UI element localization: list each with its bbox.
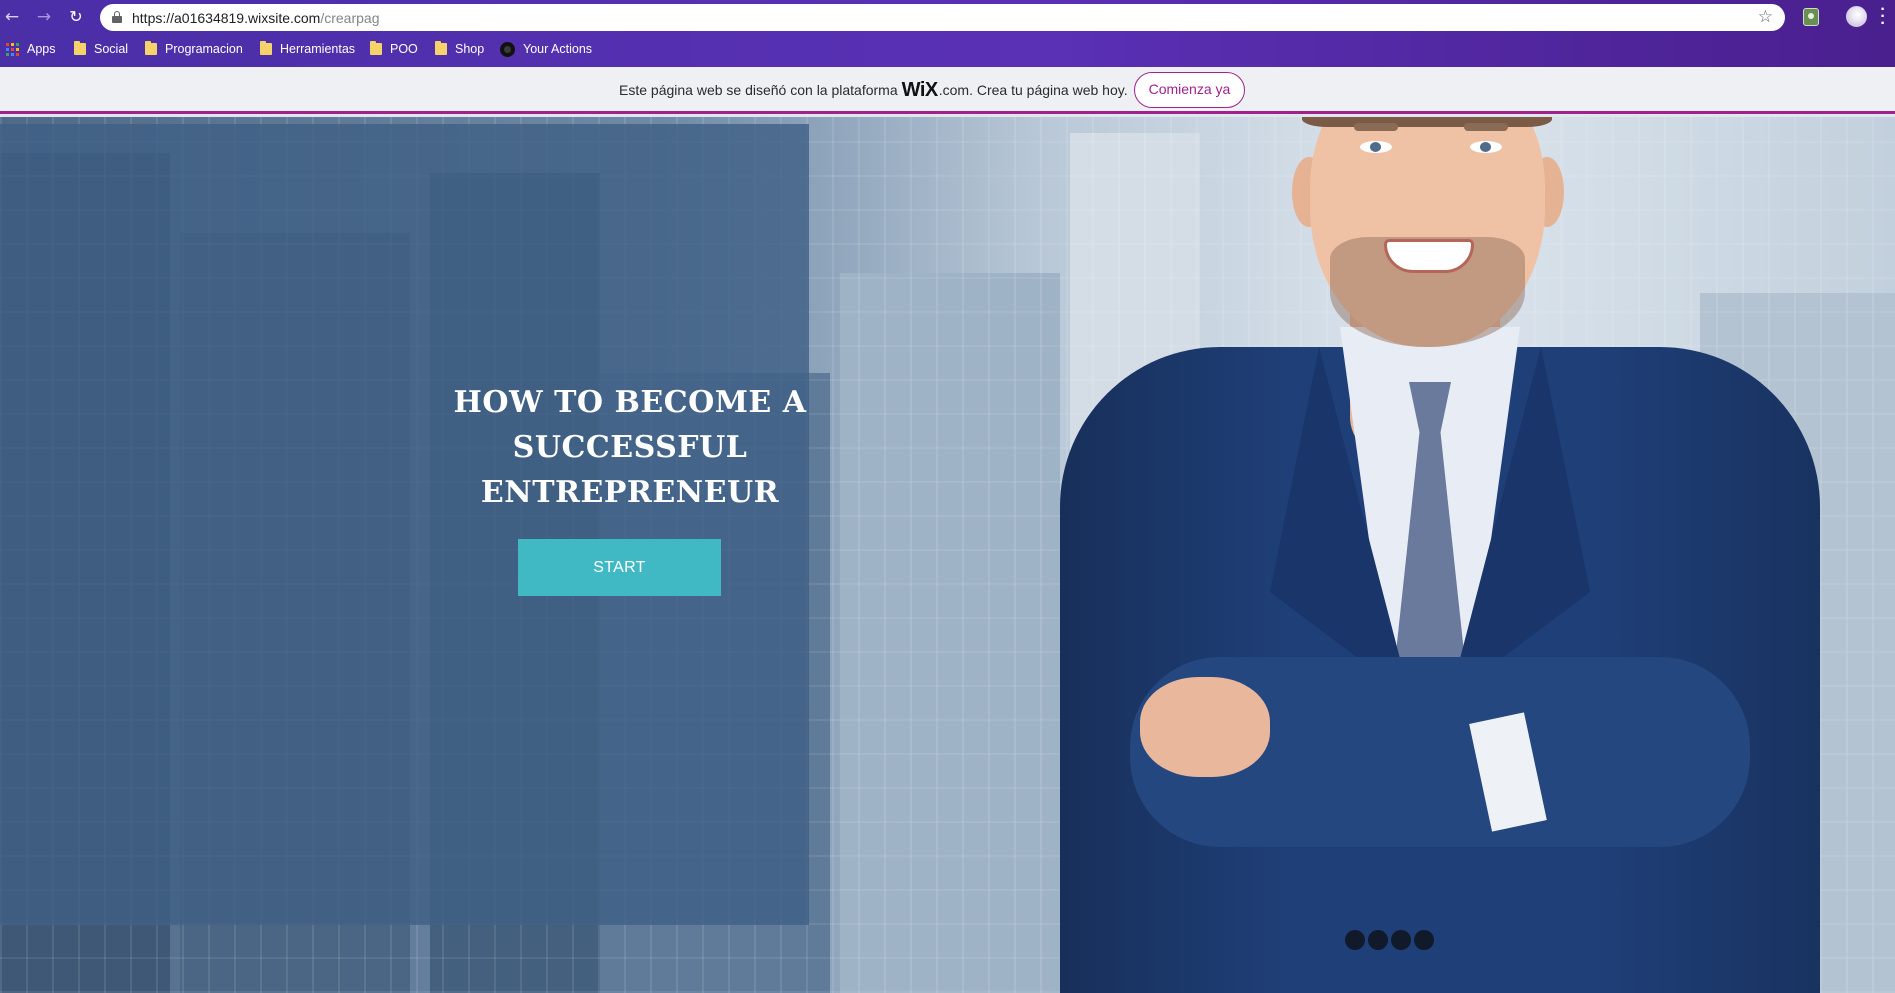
folder-icon — [145, 41, 157, 55]
bookmark-star-icon[interactable]: ☆ — [1758, 7, 1773, 27]
arrow-right-icon: → — [36, 7, 52, 27]
reload-button[interactable]: ↻ — [66, 7, 86, 27]
businessman-photo — [1040, 117, 1840, 993]
bookmark-apps[interactable]: Apps — [6, 38, 56, 60]
hero-section: HOW TO BECOME A SUCCESSFUL ENTREPRENEUR … — [0, 117, 1895, 993]
banner-content: Este página web se diseñó con la platafo… — [619, 72, 1246, 108]
bookmarks-bar: Apps Social Programacion Herramientas PO… — [0, 38, 1895, 60]
bookmark-poo[interactable]: POO — [370, 38, 418, 60]
folder-icon — [435, 41, 447, 55]
bookmark-your-actions[interactable]: Your Actions — [500, 38, 592, 60]
folder-icon — [74, 41, 86, 55]
arrow-left-icon: ← — [4, 7, 20, 27]
address-bar[interactable]: https://a01634819.wixsite.com/crearpag ☆ — [100, 4, 1785, 31]
banner-text-before: Este página web se diseñó con la platafo… — [619, 82, 898, 98]
start-button[interactable]: START — [518, 539, 721, 596]
bookmark-label: Shop — [455, 42, 485, 56]
banner-text-after: .com. Crea tu página web hoy. — [938, 82, 1128, 98]
bookmark-label: Herramientas — [280, 42, 356, 56]
browser-menu-icon[interactable]: · · · — [1880, 2, 1886, 32]
folder-icon — [260, 41, 272, 55]
eyebrow-left — [1354, 123, 1398, 131]
url-path: /crearpag — [320, 10, 380, 26]
profile-avatar[interactable] — [1846, 6, 1867, 27]
bookmark-shop[interactable]: Shop — [435, 38, 484, 60]
hero-headline: HOW TO BECOME A SUCCESSFUL ENTREPRENEUR — [453, 385, 807, 510]
hair — [1302, 117, 1552, 127]
bookmark-label: POO — [390, 42, 418, 56]
sleeve-buttons — [1345, 930, 1434, 950]
eyebrow-right — [1464, 123, 1508, 131]
folder-icon — [370, 41, 382, 55]
bookmark-label: Social — [94, 42, 129, 56]
lock-icon — [112, 11, 122, 23]
url-host: https://a01634819.wixsite.com — [132, 10, 321, 26]
reload-icon: ↻ — [69, 7, 83, 26]
bookmark-programacion[interactable]: Programacion — [145, 38, 243, 60]
wix-logo[interactable]: WiX — [902, 79, 939, 102]
smile — [1384, 239, 1474, 273]
github-icon — [500, 41, 515, 57]
extension-icon[interactable] — [1803, 8, 1819, 26]
browser-toolbar: ← → ↻ https://a01634819.wixsite.com/crea… — [0, 0, 1895, 34]
eye-left — [1360, 141, 1392, 153]
apps-grid-icon — [6, 42, 19, 56]
hand — [1140, 677, 1270, 777]
bookmark-label: Apps — [27, 42, 56, 56]
hero-text-panel — [0, 124, 809, 925]
bookmark-social[interactable]: Social — [74, 38, 128, 60]
back-button[interactable]: ← — [2, 7, 22, 27]
browser-chrome: ← → ↻ https://a01634819.wixsite.com/crea… — [0, 0, 1895, 67]
bookmark-herramientas[interactable]: Herramientas — [260, 38, 355, 60]
wix-ad-banner: Este página web se diseñó con la platafo… — [0, 67, 1895, 114]
bookmark-label: Your Actions — [523, 42, 593, 56]
comienza-ya-button[interactable]: Comienza ya — [1133, 72, 1246, 108]
forward-button[interactable]: → — [34, 7, 54, 27]
url-text[interactable]: https://a01634819.wixsite.com/crearpag — [132, 10, 380, 26]
eye-right — [1470, 141, 1502, 153]
bookmark-label: Programacion — [165, 42, 243, 56]
